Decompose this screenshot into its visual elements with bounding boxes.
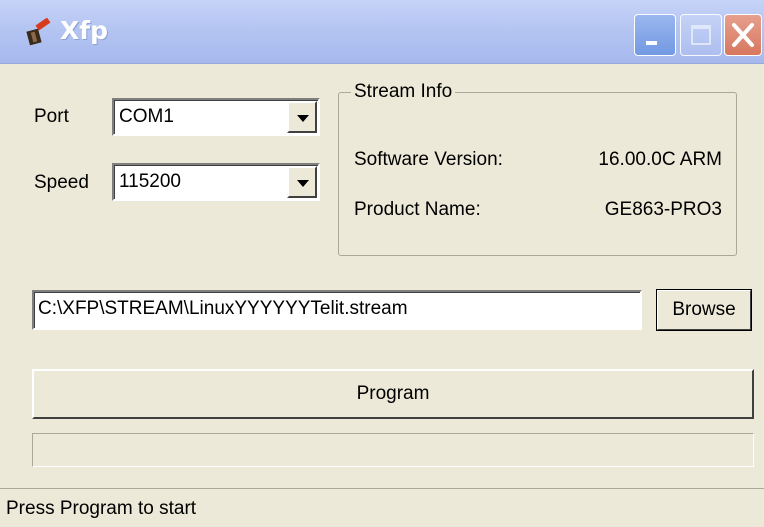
minimize-icon [646, 41, 657, 45]
minimize-button[interactable] [634, 14, 676, 56]
port-select[interactable]: COM1 [112, 98, 320, 136]
close-button[interactable] [724, 14, 762, 56]
status-text: Press Program to start [6, 498, 197, 519]
window-title: Xfp [60, 16, 109, 45]
app-window: Xfp Port COM1 Speed 115200 Stream Info S… [0, 0, 764, 527]
browse-button[interactable]: Browse [656, 289, 752, 331]
close-icon [732, 23, 754, 47]
maximize-button[interactable] [680, 14, 722, 56]
maximize-icon [691, 25, 711, 45]
program-button[interactable]: Program [32, 369, 754, 419]
chevron-down-icon [297, 180, 309, 187]
progress-bar [32, 433, 754, 467]
hammer-app-icon [26, 18, 51, 46]
stream-info-title: Stream Info [351, 81, 456, 103]
stream-file-path-input[interactable]: C:\XFP\STREAM\LinuxYYYYYYTelit.stream [32, 290, 642, 330]
product-name-label: Product Name: [354, 199, 481, 220]
speed-select[interactable]: 115200 [112, 163, 320, 201]
port-dropdown-button[interactable] [287, 101, 317, 133]
port-label: Port [34, 106, 69, 127]
speed-value: 115200 [119, 171, 181, 192]
port-value: COM1 [119, 106, 174, 127]
product-name-value: GE863-PRO3 [604, 199, 722, 220]
title-bar[interactable]: Xfp [0, 0, 764, 64]
software-version-value: 16.00.0C ARM [598, 149, 722, 170]
chevron-down-icon [297, 115, 309, 122]
stream-info-group: Stream Info Software Version: 16.00.0C A… [338, 81, 737, 256]
status-bar: Press Program to start [0, 488, 764, 527]
speed-dropdown-button[interactable] [287, 166, 317, 198]
software-version-label: Software Version: [354, 149, 503, 170]
speed-label: Speed [34, 172, 89, 193]
